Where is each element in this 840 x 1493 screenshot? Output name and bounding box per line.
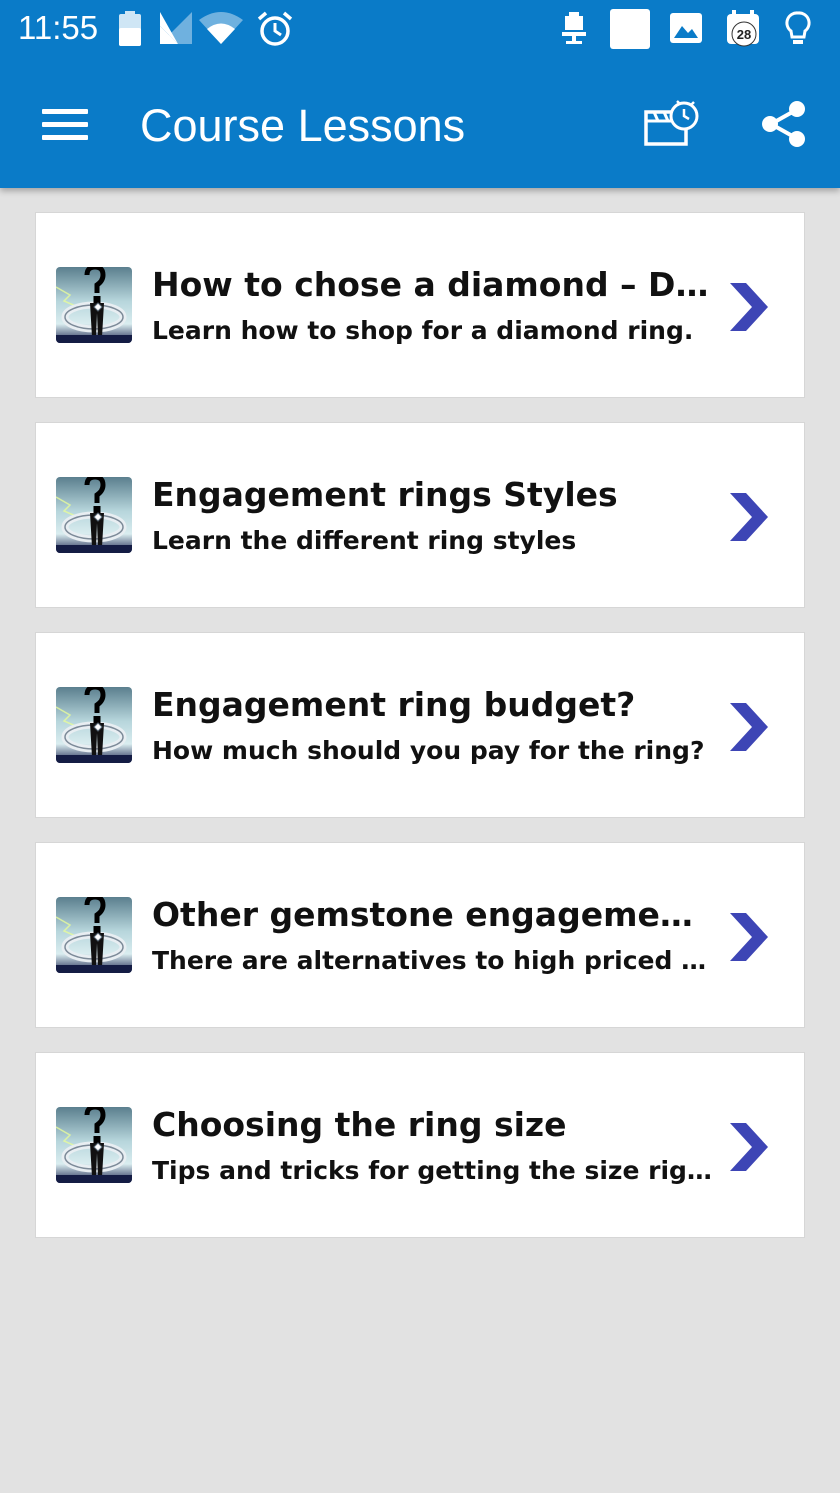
chevron-right-icon[interactable]	[724, 911, 772, 963]
lesson-title: Engagement rings Styles	[152, 475, 618, 514]
chevron-right-icon[interactable]	[724, 701, 772, 753]
lesson-subtitle: Tips and tricks for getting the size rig…	[152, 1156, 712, 1185]
lesson-card-2[interactable]: Engagement rings Styles Learn the differ…	[35, 422, 805, 608]
lesson-subtitle: There are alternatives to high priced di…	[152, 946, 712, 975]
usb-debug-icon	[562, 12, 586, 44]
menu-icon-bar	[42, 122, 88, 127]
chevron-right-icon[interactable]	[724, 281, 772, 333]
lesson-title: Other gemstone engagement rings	[152, 895, 712, 934]
ring-question-thumbnail	[56, 897, 132, 973]
lesson-subtitle: Learn how to shop for a diamond ring.	[152, 316, 694, 345]
alarm-icon	[257, 11, 293, 46]
wifi-icon	[199, 12, 243, 44]
ring-question-thumbnail	[56, 267, 132, 343]
ring-question-thumbnail	[56, 1107, 132, 1183]
lesson-title: Choosing the ring size	[152, 1105, 567, 1144]
status-time: 11:55	[18, 9, 99, 46]
lesson-subtitle: How much should you pay for the ring?	[152, 736, 705, 765]
lesson-card-4[interactable]: Other gemstone engagement rings There ar…	[35, 842, 805, 1028]
lesson-card-1[interactable]: How to chose a diamond – Diamond basics …	[35, 212, 805, 398]
menu-icon-bar	[42, 135, 88, 140]
chevron-right-icon[interactable]	[724, 491, 772, 543]
lesson-subtitle: Learn the different ring styles	[152, 526, 577, 555]
status-bar: 11:55 28	[0, 0, 840, 58]
schedule-icon[interactable]	[642, 98, 702, 150]
lesson-card-3[interactable]: Engagement ring budget? How much should …	[35, 632, 805, 818]
share-icon[interactable]	[760, 100, 808, 148]
cell-signal-icon	[160, 12, 192, 44]
battery-icon	[119, 11, 141, 46]
calendar-badge-icon: 28	[727, 10, 759, 47]
blank-notification-icon	[610, 9, 650, 49]
svg-text:28: 28	[737, 27, 751, 42]
chevron-right-icon[interactable]	[724, 1121, 772, 1173]
toolbar: Course Lessons	[0, 58, 840, 188]
ring-question-thumbnail	[56, 687, 132, 763]
app-bar: 11:55 28 Course Lessons	[0, 0, 840, 188]
lesson-list: How to chose a diamond – Diamond basics …	[35, 212, 805, 1262]
lesson-title: Engagement ring budget?	[152, 685, 636, 724]
image-icon	[670, 13, 702, 43]
menu-button[interactable]	[30, 88, 100, 158]
page-title: Course Lessons	[140, 100, 466, 151]
lesson-title: How to chose a diamond – Diamond basics	[152, 265, 712, 304]
menu-icon	[42, 109, 88, 114]
lesson-card-5[interactable]: Choosing the ring size Tips and tricks f…	[35, 1052, 805, 1238]
ring-question-thumbnail	[56, 477, 132, 553]
lightbulb-icon	[785, 11, 811, 44]
